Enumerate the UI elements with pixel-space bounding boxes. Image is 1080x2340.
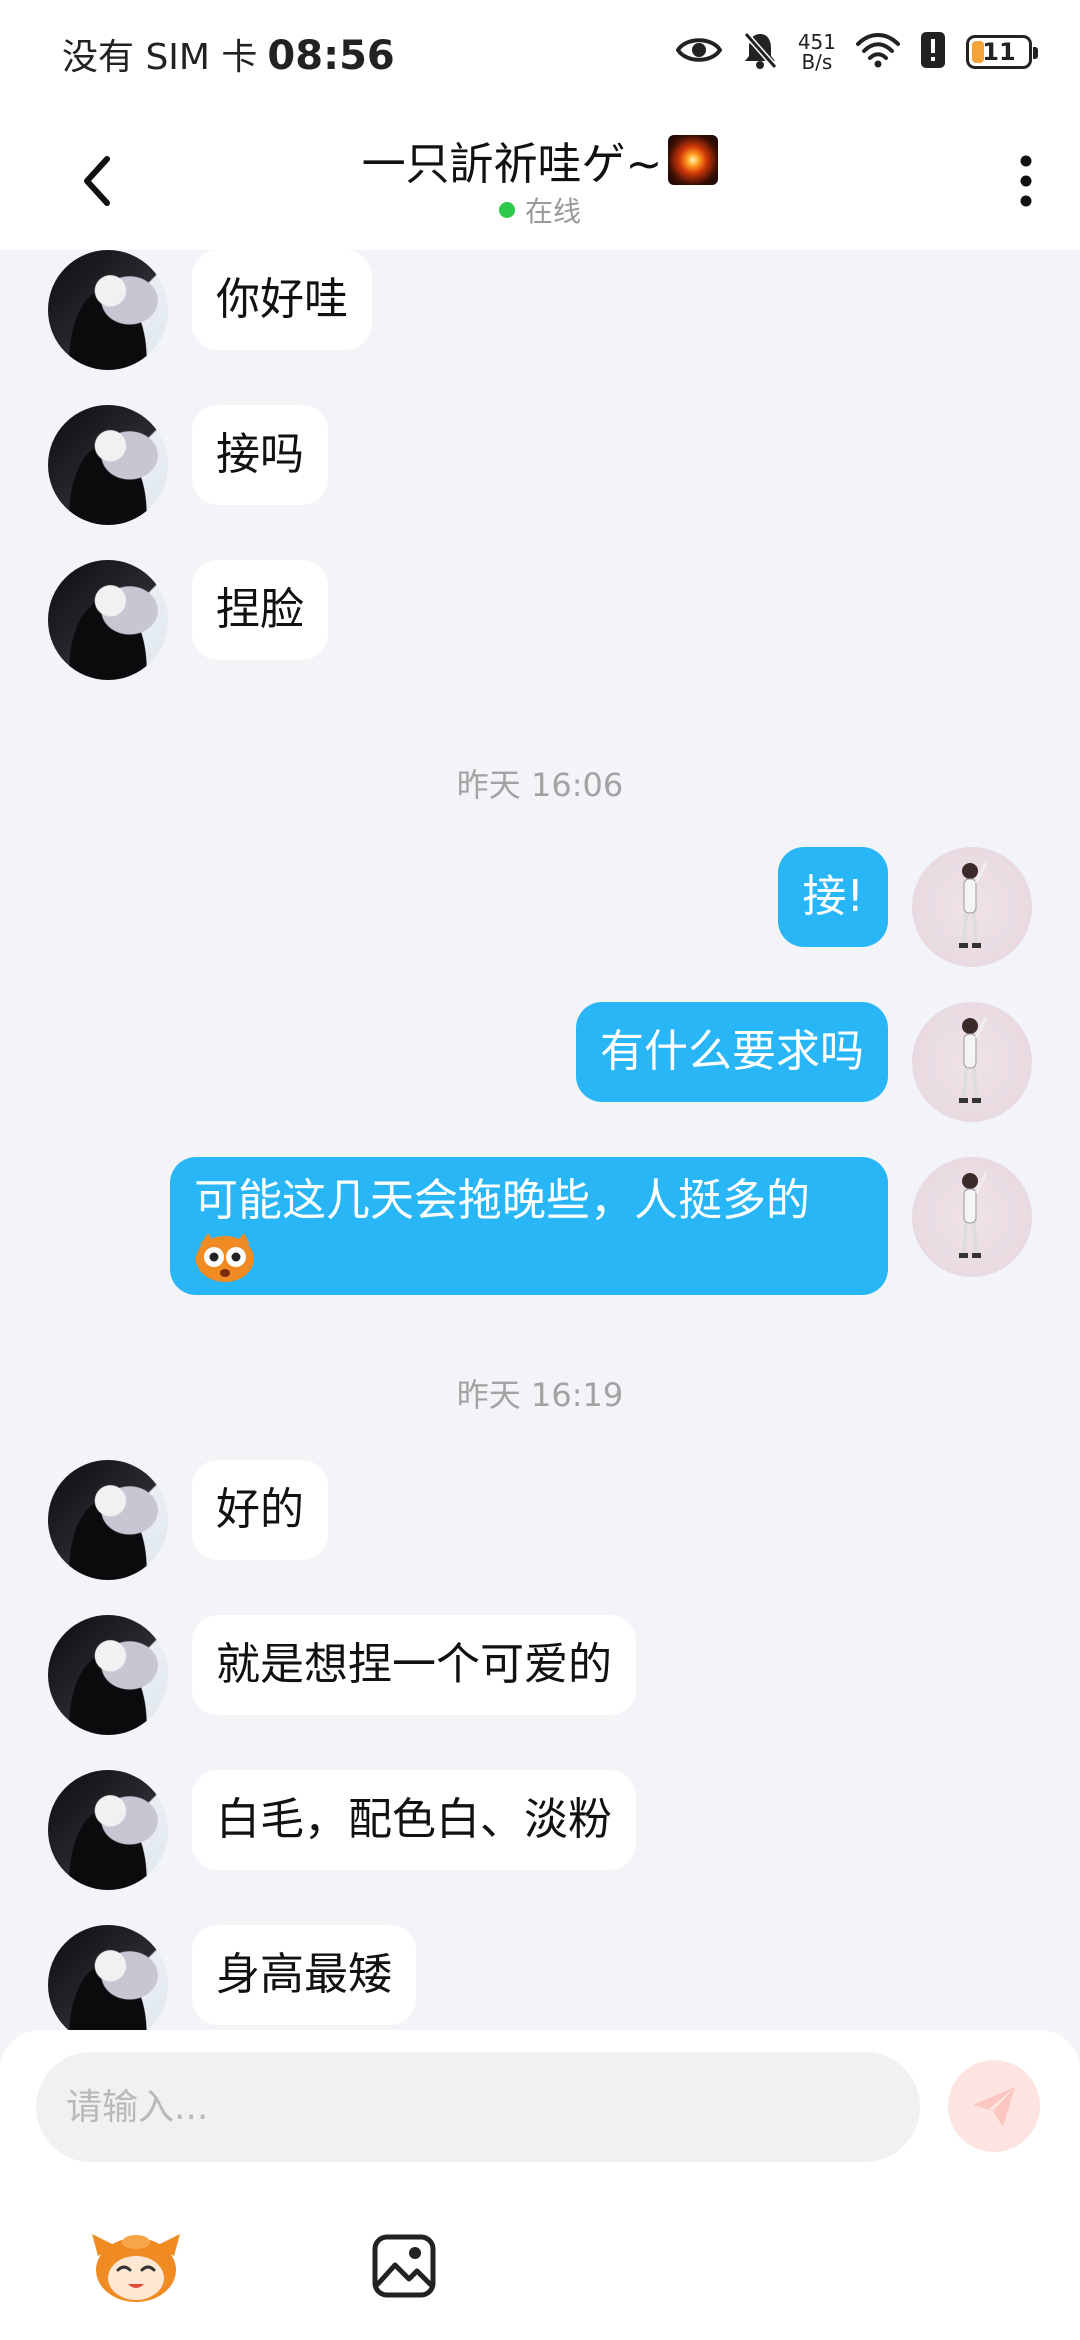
battery-icon: 11 [966,35,1038,69]
message-bubble[interactable]: 白毛，配色白、淡粉 [192,1770,636,1870]
online-dot-icon [498,202,515,218]
message-bubble[interactable]: 好的 [192,1460,328,1560]
my-avatar[interactable] [912,1002,1032,1122]
send-button[interactable] [948,2060,1040,2152]
image-button[interactable] [354,2216,454,2316]
message-bubble[interactable]: 身高最矮 [192,1925,416,2025]
chat-header: 一只訢祈哇ゲ~ 在线 [0,110,1080,250]
wifi-icon [856,32,900,72]
contact-avatar[interactable] [48,1770,168,1890]
net-speed-value: 451 [797,30,836,54]
net-speed-unit: B/s [801,50,833,74]
message-bubble[interactable]: 接吗 [192,405,328,505]
contact-avatar[interactable] [48,250,168,370]
message-bubble[interactable]: 有什么要求吗 [576,1002,888,1102]
mascot-emoji-icon [92,2234,180,2302]
more-button[interactable] [996,146,1056,216]
message-input[interactable] [36,2052,920,2162]
online-status: 在线 [0,190,1080,230]
contact-name-row: 一只訢祈哇ゲ~ [0,128,1080,192]
battery-level: 11 [982,38,1016,66]
emoji-button[interactable] [86,2216,186,2316]
message-list[interactable]: 你好哇 接吗 捏脸 昨天 16:06 接! 有什么要求吗 可能这几天会拖晚些，人… [0,250,1080,2030]
online-status-label: 在线 [524,195,581,228]
message-bubble[interactable]: 就是想捏一个可爱的 [192,1615,636,1715]
status-right: 451 B/s 11 [675,30,1038,74]
message-timestamp: 昨天 16:19 [456,1376,624,1414]
firework-emoji-icon [668,135,719,185]
message-bubble[interactable]: 你好哇 [192,250,372,350]
more-vertical-icon [1020,155,1032,207]
contact-avatar[interactable] [48,1615,168,1735]
message-bubble[interactable]: 接! [778,847,888,947]
carrier-label: 没有 SIM 卡 [62,37,258,78]
status-left: 没有 SIM 卡 08:56 [62,28,395,80]
message-text: 可能这几天会拖晚些，人挺多的 [194,1175,810,1226]
net-speed: 451 B/s [798,32,836,72]
message-bubble-multiline[interactable]: 可能这几天会拖晚些，人挺多的 [170,1157,888,1295]
contact-avatar[interactable] [48,1460,168,1580]
eye-icon [675,33,723,71]
message-bubble[interactable]: 捏脸 [192,560,328,660]
clock: 08:56 [267,33,395,79]
message-timestamp: 昨天 16:06 [456,766,624,804]
contact-name: 一只訢祈哇ゲ~ [361,139,663,190]
my-avatar[interactable] [912,1157,1032,1277]
my-avatar[interactable] [912,847,1032,967]
contact-avatar[interactable] [48,1925,168,2030]
image-icon [372,2234,436,2298]
send-icon [973,2087,1015,2127]
surprised-face-emoji-icon [194,1231,256,1299]
composer [0,2030,1080,2340]
bell-off-icon [742,30,778,74]
status-bar: 没有 SIM 卡 08:56 451 B/s 11 [0,0,1080,110]
contact-avatar[interactable] [48,560,168,680]
contact-avatar[interactable] [48,405,168,525]
alert-icon [920,31,946,73]
